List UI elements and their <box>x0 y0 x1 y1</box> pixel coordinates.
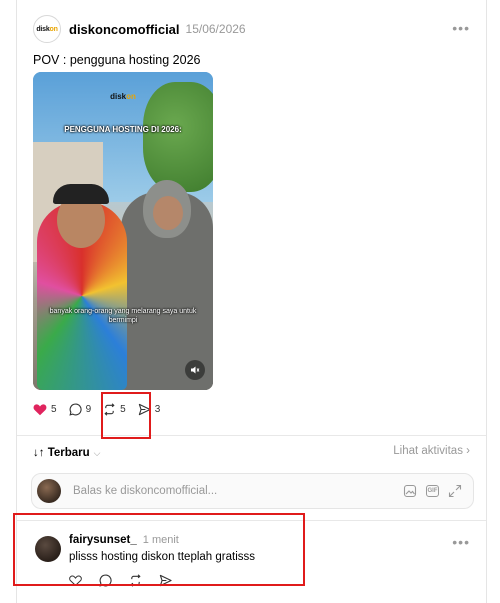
video-person-right-face <box>153 196 183 230</box>
gif-icon[interactable]: GIF <box>426 485 439 497</box>
more-options-icon[interactable]: ••• <box>452 534 470 550</box>
share-count: 3 <box>154 403 161 415</box>
divider <box>17 520 486 521</box>
replies-sort-row: ↓↑ Terbaru ⌵ Lihat aktivitas › <box>33 445 470 461</box>
comment-actions <box>69 574 189 587</box>
current-user-avatar <box>37 479 61 503</box>
comment-count: 9 <box>85 403 92 415</box>
share-button[interactable]: 3 <box>138 403 161 416</box>
repost-count: 5 <box>120 403 126 415</box>
comment-time: 1 menit <box>142 534 179 546</box>
comment-bubble-icon <box>68 403 82 416</box>
video-brand-logo: diskon <box>110 92 136 101</box>
video-person-left-hat <box>53 184 109 204</box>
send-icon <box>138 403 151 415</box>
divider <box>17 435 486 436</box>
view-activity-link[interactable]: Lihat aktivitas › <box>393 445 470 457</box>
expand-icon[interactable] <box>447 483 463 499</box>
post-video[interactable]: diskon PENGGUNA HOSTING DI 2026: banyak … <box>33 72 213 390</box>
like-button[interactable]: 5 <box>33 403 57 416</box>
commenter-avatar[interactable] <box>35 536 61 562</box>
heart-icon[interactable] <box>69 574 82 587</box>
post-date: 15/06/2026 <box>185 22 246 36</box>
commenter-username[interactable]: fairysunset_ 1 menit <box>69 534 179 546</box>
sort-dropdown[interactable]: ↓↑ Terbaru <box>33 447 90 459</box>
comment-bubble-icon[interactable] <box>99 574 112 587</box>
video-overlay-subtitle: banyak orang-orang yang melarang saya un… <box>49 308 197 324</box>
chevron-right-icon: › <box>466 445 470 457</box>
reply-input[interactable]: Balas ke diskoncomofficial... GIF <box>31 473 474 509</box>
comment-button[interactable]: 9 <box>68 403 92 416</box>
chevron-down-icon[interactable]: ⌵ <box>94 448 101 459</box>
post-card: disk on diskoncomofficial 15/06/2026 ••• … <box>16 0 487 603</box>
comment-text: plisss hosting diskon tteplah gratisss <box>69 551 256 563</box>
repost-icon[interactable] <box>129 574 142 587</box>
repost-icon <box>104 402 115 416</box>
author-avatar[interactable]: disk on <box>33 15 61 43</box>
post-caption: POV : pengguna hosting 2026 <box>33 53 201 67</box>
reply-placeholder: Balas ke diskoncomofficial... <box>73 485 218 497</box>
post-actions: 5 9 5 3 <box>33 401 172 417</box>
heart-filled-icon <box>33 403 47 415</box>
repost-button[interactable]: 5 <box>103 402 126 416</box>
image-icon[interactable] <box>402 483 418 499</box>
author-username[interactable]: diskoncomofficial <box>69 22 180 37</box>
video-overlay-title: PENGGUNA HOSTING DI 2026: <box>64 125 182 134</box>
post-header: disk on diskoncomofficial 15/06/2026 ••• <box>33 14 470 44</box>
send-icon[interactable] <box>159 574 172 587</box>
comment-item: fairysunset_ 1 menit plisss hosting disko… <box>33 530 470 600</box>
like-count: 5 <box>51 403 57 415</box>
mute-icon[interactable] <box>185 360 205 380</box>
reply-tools: GIF <box>394 483 463 499</box>
more-options-icon[interactable]: ••• <box>452 20 470 36</box>
